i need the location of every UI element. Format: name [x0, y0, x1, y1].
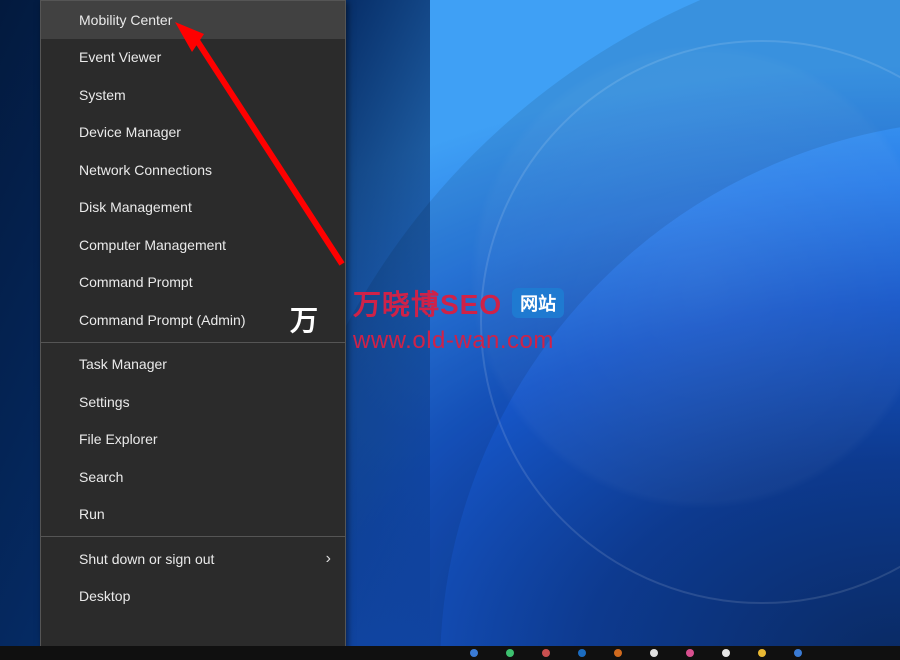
menu-item-label: Command Prompt [79, 274, 193, 290]
menu-item-shut-down-sign-out[interactable]: Shut down or sign out › [41, 540, 345, 578]
menu-item-label: Settings [79, 394, 130, 410]
desktop-wallpaper: Mobility Center Event Viewer System Device … [0, 0, 900, 660]
menu-item-label: System [79, 87, 126, 103]
menu-item-event-viewer[interactable]: Event Viewer [41, 39, 345, 77]
menu-item-label: Desktop [79, 588, 130, 604]
menu-item-network-connections[interactable]: Network Connections [41, 151, 345, 189]
menu-item-label: Network Connections [79, 162, 212, 178]
menu-item-label: Mobility Center [79, 12, 172, 28]
menu-item-desktop[interactable]: Desktop [41, 578, 345, 616]
watermark-logo-icon: 万 [265, 280, 343, 358]
taskbar-icon[interactable] [758, 649, 766, 657]
menu-item-computer-management[interactable]: Computer Management [41, 226, 345, 264]
menu-separator [41, 536, 345, 537]
taskbar-icon[interactable] [794, 649, 802, 657]
menu-item-label: Device Manager [79, 124, 181, 140]
menu-item-label: Search [79, 469, 123, 485]
watermark: 万 万晓博SEO 网站 www.old-wan.com [265, 280, 564, 358]
taskbar-icon[interactable] [470, 649, 478, 657]
menu-item-search[interactable]: Search [41, 458, 345, 496]
menu-item-file-explorer[interactable]: File Explorer [41, 421, 345, 459]
taskbar-icon[interactable] [686, 649, 694, 657]
menu-item-settings[interactable]: Settings [41, 383, 345, 421]
menu-item-label: Command Prompt (Admin) [79, 312, 246, 328]
menu-item-label: Shut down or sign out [79, 551, 214, 567]
taskbar-icon[interactable] [722, 649, 730, 657]
menu-item-label: Event Viewer [79, 49, 161, 65]
taskbar-icon[interactable] [506, 649, 514, 657]
watermark-title: 万晓博SEO [353, 283, 502, 323]
menu-item-label: Computer Management [79, 237, 226, 253]
menu-item-label: Run [79, 506, 105, 522]
menu-item-system[interactable]: System [41, 76, 345, 114]
watermark-badge: 网站 [512, 288, 564, 318]
taskbar-icon[interactable] [614, 649, 622, 657]
watermark-url: www.old-wan.com [353, 327, 564, 355]
menu-item-device-manager[interactable]: Device Manager [41, 114, 345, 152]
taskbar-icon[interactable] [542, 649, 550, 657]
menu-item-label: Disk Management [79, 199, 192, 215]
taskbar[interactable] [0, 646, 900, 660]
menu-item-run[interactable]: Run [41, 496, 345, 534]
chevron-right-icon: › [326, 550, 331, 568]
menu-item-disk-management[interactable]: Disk Management [41, 189, 345, 227]
taskbar-icon[interactable] [578, 649, 586, 657]
menu-item-mobility-center[interactable]: Mobility Center [41, 1, 345, 39]
menu-item-label: File Explorer [79, 431, 158, 447]
taskbar-icon[interactable] [650, 649, 658, 657]
menu-item-label: Task Manager [79, 356, 167, 372]
